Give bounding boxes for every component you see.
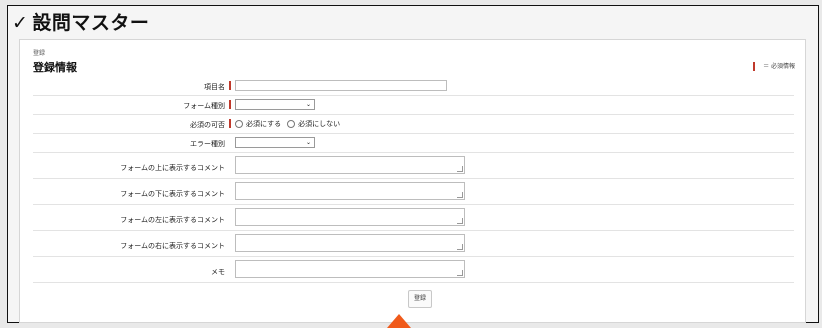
row-item-name: 項目名 <box>33 77 794 96</box>
required-marker-icon <box>753 62 756 71</box>
chevron-down-icon: ⌄ <box>305 139 311 146</box>
comment-top-label: フォームの上に表示するコメント <box>120 164 225 172</box>
required-marker-icon <box>229 100 231 109</box>
required-radio-group: 必須にする 必須にしない <box>235 119 346 129</box>
radio-required[interactable] <box>235 120 243 128</box>
arrow-up-pointer-icon <box>387 314 411 328</box>
row-error-type: エラー種別 ⌄ <box>33 134 794 153</box>
radio-not-required-label[interactable]: 必須にしない <box>298 119 340 129</box>
item-name-label: 項目名 <box>204 83 225 91</box>
radio-required-label[interactable]: 必須にする <box>246 119 281 129</box>
section-title: 登録情報 <box>33 61 77 74</box>
memo-textarea[interactable] <box>235 260 465 278</box>
row-required: 必須の可否 必須にする 必須にしない <box>33 115 794 134</box>
required-legend-text: ＝ 必須情報 <box>763 63 795 70</box>
form-type-select[interactable]: ⌄ <box>235 99 315 110</box>
comment-bottom-textarea[interactable] <box>235 182 465 200</box>
resize-handle-icon[interactable] <box>457 192 463 198</box>
page-title-text: 設問マスター <box>32 12 150 34</box>
row-form-type: フォーム種別 ⌄ <box>33 96 794 115</box>
row-comment-bottom: フォームの下に表示するコメント <box>33 179 794 205</box>
form-type-label: フォーム種別 <box>183 102 225 110</box>
registration-form: 項目名 フォーム種別 ⌄ 必須の可否 必須にする 必須にしない エラー種別 ⌄ … <box>33 77 794 283</box>
breadcrumb: 登録 <box>33 50 46 57</box>
comment-left-label: フォームの左に表示するコメント <box>120 216 225 224</box>
required-legend: ＝ 必須情報 <box>753 61 795 71</box>
error-type-label: エラー種別 <box>190 140 225 148</box>
form-panel: 登録 登録情報 ＝ 必須情報 項目名 フォーム種別 ⌄ 必須の可否 必須にする … <box>19 39 806 323</box>
row-memo: メモ <box>33 257 794 283</box>
page-title: ✓ 設問マスター <box>12 8 149 38</box>
radio-not-required[interactable] <box>287 120 296 128</box>
chevron-down-icon: ⌄ <box>305 101 311 108</box>
submit-button[interactable]: 登録 <box>408 290 432 308</box>
row-comment-left: フォームの左に表示するコメント <box>33 205 794 231</box>
resize-handle-icon[interactable] <box>457 218 463 224</box>
comment-left-textarea[interactable] <box>235 208 465 226</box>
row-comment-top: フォームの上に表示するコメント <box>33 153 794 179</box>
comment-bottom-label: フォームの下に表示するコメント <box>120 190 225 198</box>
row-comment-right: フォームの右に表示するコメント <box>33 231 794 257</box>
resize-handle-icon[interactable] <box>457 166 463 172</box>
window-frame: ✓ 設問マスター 登録 登録情報 ＝ 必須情報 項目名 フォーム種別 ⌄ 必須の… <box>7 5 819 323</box>
check-icon: ✓ <box>12 12 29 34</box>
required-marker-icon <box>229 119 231 128</box>
required-marker-icon <box>229 81 231 90</box>
comment-top-textarea[interactable] <box>235 156 465 174</box>
comment-right-textarea[interactable] <box>235 234 465 252</box>
resize-handle-icon[interactable] <box>457 270 463 276</box>
error-type-select[interactable]: ⌄ <box>235 137 315 148</box>
comment-right-label: フォームの右に表示するコメント <box>120 242 225 250</box>
memo-label: メモ <box>211 268 225 276</box>
resize-handle-icon[interactable] <box>457 244 463 250</box>
required-label: 必須の可否 <box>190 121 225 129</box>
item-name-input[interactable] <box>235 80 447 91</box>
